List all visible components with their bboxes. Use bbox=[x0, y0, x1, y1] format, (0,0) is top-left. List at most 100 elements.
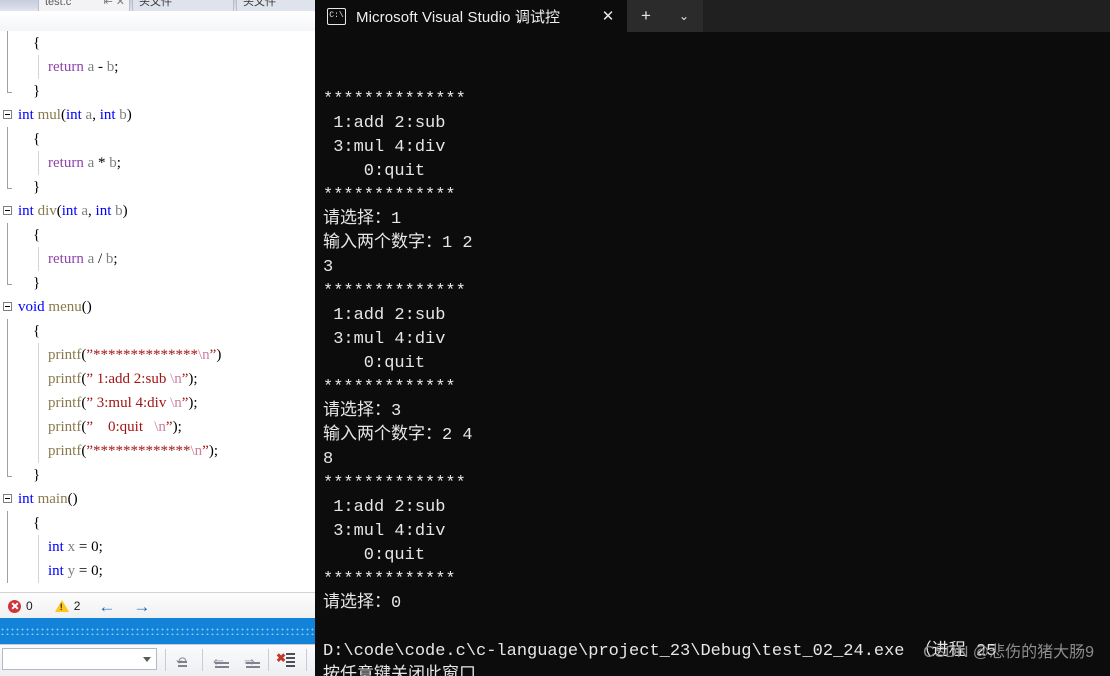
output-toolbar: ↶ ⇐ ⇒ ✖ bbox=[0, 644, 315, 676]
code-token: ) bbox=[216, 347, 222, 363]
code-token: div bbox=[37, 203, 57, 219]
code-line: return a - b; bbox=[0, 55, 315, 79]
watermark-label: CSDN @悲伤的猪大肠9 bbox=[923, 644, 1094, 661]
code-line: printf(” 1:add 2:sub \n”); bbox=[0, 367, 315, 391]
code-editor[interactable]: { return a - b; } int mul(int a, int b) {… bbox=[0, 31, 315, 592]
console-line: 0:quit bbox=[323, 162, 426, 181]
code-token: ” bbox=[202, 443, 209, 459]
editor-navigation-bar bbox=[0, 11, 315, 32]
code-token: x bbox=[67, 539, 76, 555]
tab-close-icon[interactable]: ✕ bbox=[116, 0, 125, 10]
new-tab-button[interactable]: + bbox=[627, 0, 665, 32]
code-token: { bbox=[18, 323, 41, 339]
code-line: printf(” 3:mul 4:div \n”); bbox=[0, 391, 315, 415]
titlebar-drag-area[interactable] bbox=[703, 0, 1110, 32]
code-token: int bbox=[48, 563, 64, 579]
code-token: ; bbox=[98, 539, 103, 555]
console-line: 1:add 2:sub bbox=[323, 114, 446, 133]
code-token: printf bbox=[48, 395, 82, 411]
terminal-titlebar: C:\ Microsoft Visual Studio 调试控 ✕ + ⌄ bbox=[315, 0, 1110, 32]
document-tab-strip: ✕ ⇤ test.c 头文件 头文件 bbox=[0, 0, 315, 11]
code-token: ”************* bbox=[86, 443, 191, 459]
code-line: printf(”**************\n”) bbox=[0, 343, 315, 367]
code-token: ) bbox=[126, 107, 132, 123]
error-icon bbox=[8, 599, 21, 613]
warning-count-group[interactable]: 2 bbox=[54, 599, 80, 613]
code-token: int bbox=[48, 539, 64, 555]
status-band-pattern bbox=[0, 627, 315, 635]
code-line: int mul(int a, int b) bbox=[0, 103, 315, 127]
code-token: int bbox=[18, 203, 34, 219]
code-token: ” 3:mul 4:div bbox=[86, 395, 171, 411]
terminal-tab-title: Microsoft Visual Studio 调试控 bbox=[356, 8, 561, 26]
code-token: , bbox=[88, 203, 96, 219]
console-output[interactable]: ************** 1:add 2:sub 3:mul 4:div 0… bbox=[315, 32, 1110, 676]
code-token: - bbox=[94, 59, 107, 75]
console-line: 1:add 2:sub bbox=[323, 306, 446, 325]
document-tab-label: test.c bbox=[45, 0, 72, 8]
code-token: int bbox=[18, 491, 34, 507]
console-line: 1:add 2:sub bbox=[323, 498, 446, 517]
error-count-group[interactable]: 0 bbox=[8, 599, 33, 613]
document-tab-header-1[interactable]: 头文件 bbox=[132, 0, 234, 11]
code-token: ” bbox=[165, 419, 173, 435]
code-line: int y = 0; bbox=[0, 559, 315, 583]
indent-guide bbox=[38, 535, 39, 559]
close-prompt-line: 按任意键关闭此窗口. . . bbox=[323, 666, 528, 676]
code-token: = bbox=[75, 539, 92, 555]
code-token: { bbox=[18, 131, 41, 147]
code-token: ; bbox=[116, 155, 121, 171]
code-line: } bbox=[0, 463, 315, 487]
clear-all-icon: ✖ bbox=[276, 651, 287, 665]
console-line: 输入两个数字：2 4 bbox=[323, 426, 473, 445]
close-icon[interactable]: ✕ bbox=[595, 3, 621, 29]
go-to-next-message-button[interactable]: ⇒ bbox=[240, 649, 266, 673]
code-token: * bbox=[94, 155, 110, 171]
code-token: \n bbox=[190, 443, 203, 459]
code-token: void bbox=[18, 299, 45, 315]
navigate-forward-icon[interactable]: → bbox=[133, 598, 150, 615]
document-tab-header-2[interactable]: 头文件 bbox=[236, 0, 315, 11]
visual-studio-window: ✕ ⇤ test.c 头文件 头文件 { return a - b; } int … bbox=[0, 0, 315, 676]
go-to-previous-message-button[interactable]: ⇐ bbox=[209, 649, 235, 673]
console-line: 3:mul 4:div bbox=[323, 138, 446, 157]
indent-guide bbox=[38, 367, 39, 391]
tab-pin-icon[interactable]: ⇤ bbox=[104, 0, 113, 10]
toggle-wordwrap-button[interactable]: ↶ bbox=[172, 649, 198, 673]
console-line: 输入两个数字：1 2 bbox=[323, 234, 473, 253]
document-tab-test-c[interactable]: ✕ ⇤ test.c bbox=[38, 0, 130, 11]
terminal-tab[interactable]: C:\ Microsoft Visual Studio 调试控 ✕ bbox=[315, 0, 627, 32]
error-summary-bar: 0 2 ← → bbox=[0, 592, 315, 620]
code-token: int bbox=[65, 107, 82, 123]
code-token: ; bbox=[114, 59, 119, 75]
code-token: int bbox=[99, 107, 116, 123]
code-token: printf bbox=[48, 347, 82, 363]
console-line: ************** bbox=[323, 282, 466, 301]
indent-guide bbox=[38, 439, 39, 463]
code-line: { bbox=[0, 31, 315, 55]
code-line: int x = 0; bbox=[0, 535, 315, 559]
code-line: printf(”*************\n”); bbox=[0, 439, 315, 463]
code-token: ”************** bbox=[86, 347, 198, 363]
code-token: printf bbox=[48, 443, 82, 459]
console-line: 请选择：0 bbox=[323, 594, 402, 613]
code-token: b bbox=[115, 203, 123, 219]
code-line: return a / b; bbox=[0, 247, 315, 271]
code-token: menu bbox=[48, 299, 82, 315]
chevron-down-icon[interactable]: ⌄ bbox=[665, 0, 703, 32]
navigate-backward-icon[interactable]: ← bbox=[98, 598, 115, 615]
code-token: int bbox=[18, 107, 34, 123]
code-token: \n bbox=[154, 419, 166, 435]
code-token: ); bbox=[188, 371, 198, 387]
code-line: { bbox=[0, 511, 315, 535]
code-line: int div(int a, int b) bbox=[0, 199, 315, 223]
output-source-combobox[interactable] bbox=[2, 648, 157, 670]
clear-output-button[interactable]: ✖ bbox=[274, 649, 300, 673]
error-count-label: 0 bbox=[26, 599, 33, 613]
indent-guide bbox=[38, 391, 39, 415]
